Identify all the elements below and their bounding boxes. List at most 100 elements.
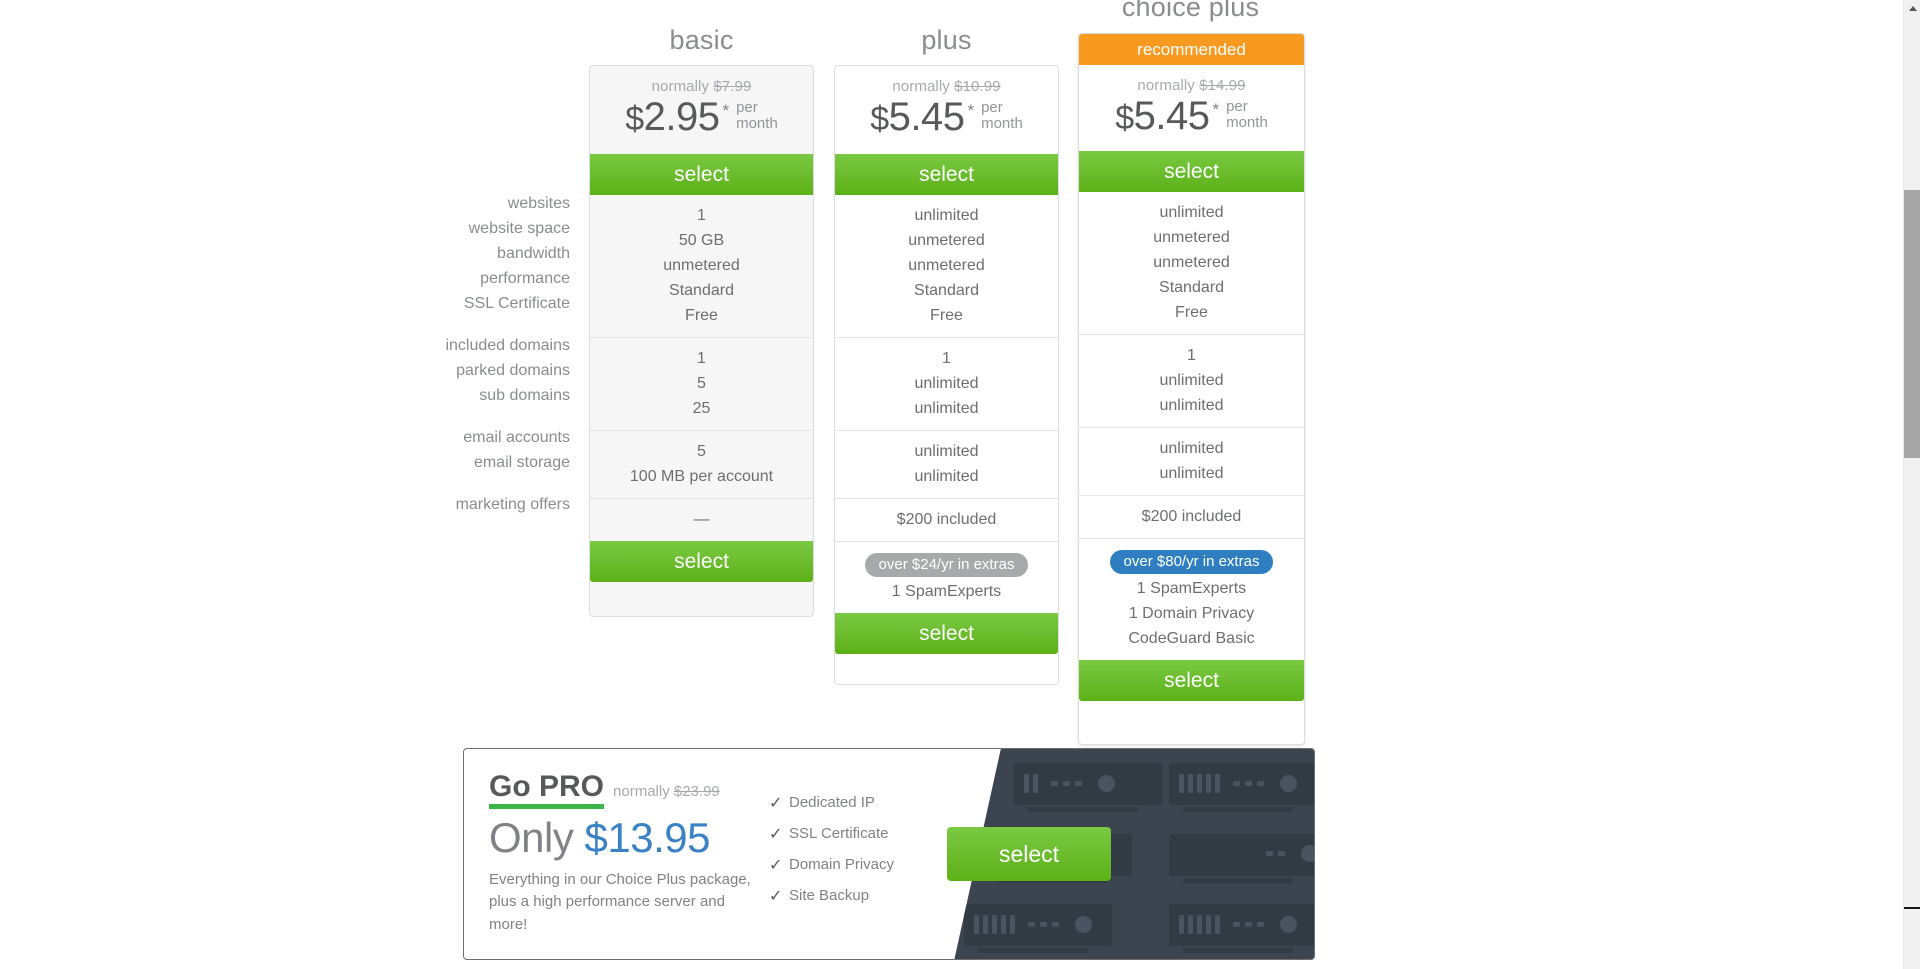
rack-dot: [1257, 922, 1264, 927]
price-value-basic: $2.95: [625, 95, 720, 139]
gopro-feature-label: Domain Privacy: [789, 856, 895, 873]
features-basic: 1 50 GB unmetered Standard Free 1 5 25 5…: [590, 195, 813, 541]
rack-led: [1280, 916, 1297, 933]
rack-dot: [1278, 851, 1285, 856]
gopro-title: Go PRO: [489, 771, 605, 809]
rack-bar: [983, 915, 988, 934]
rack-bar: [1197, 915, 1202, 934]
rack-bar: [1188, 915, 1193, 934]
price-row-basic: $2.95 * per month: [590, 97, 813, 137]
feature-value: Free: [685, 307, 718, 324]
normally-price-basic: normally $7.99: [651, 78, 752, 95]
rack-led: [1075, 916, 1092, 933]
feature-value: Free: [1175, 304, 1208, 321]
rack-led: [1280, 775, 1297, 792]
rack-bar: [1197, 774, 1202, 793]
feature-label: website space: [468, 220, 570, 237]
plan-card-choiceplus: recommended normally $14.99 $5.45 * per …: [1078, 33, 1305, 745]
feature-label: sub domains: [479, 387, 570, 404]
rack-dot: [1052, 922, 1059, 927]
price-asterisk: *: [1212, 100, 1220, 119]
strike-price: $14.99: [1199, 77, 1246, 94]
feature-group-2: 5 100 MB per account: [590, 430, 813, 498]
select-button-plus-bottom[interactable]: select: [835, 613, 1058, 654]
feature-group-1: 1 5 25: [590, 337, 813, 430]
feature-value: unmetered: [908, 232, 985, 249]
plan-heading-choiceplus: choice plus: [1121, 0, 1260, 22]
extras-badge-choiceplus: over $80/yr in extras: [1109, 550, 1274, 575]
rack-dot: [1040, 922, 1047, 927]
server-rack-unit: [1014, 763, 1162, 812]
feature-value: unlimited: [914, 207, 979, 224]
rack-bar: [1001, 915, 1006, 934]
rack-dot: [1257, 781, 1264, 786]
rack-dot: [1245, 922, 1252, 927]
strike-price: $10.99: [954, 78, 1001, 95]
feature-value: 1: [942, 350, 951, 367]
extra-item: 1 Domain Privacy: [1128, 605, 1255, 622]
extras-badge-row-plus: over $24/yr in extras: [835, 550, 1058, 579]
label-group-2: email accounts email storage: [300, 417, 570, 484]
feature-value: unmetered: [908, 257, 985, 274]
feature-value: 25: [692, 400, 711, 417]
select-button-basic-bottom[interactable]: select: [590, 541, 813, 582]
feature-label: email accounts: [463, 429, 570, 446]
select-button-choiceplus-top[interactable]: select: [1079, 151, 1304, 192]
scrollbar-thumb[interactable]: [1904, 190, 1920, 458]
label-group-0: websites website space bandwidth perform…: [300, 183, 570, 325]
feature-value: unlimited: [914, 468, 979, 485]
label-group-1: included domains parked domains sub doma…: [300, 325, 570, 417]
scroll-up-arrow-icon[interactable]: [1904, 0, 1920, 17]
feature-group-2: unlimited unlimited: [1079, 427, 1304, 495]
rack-dot: [1063, 781, 1070, 786]
plan-card-basic: normally $7.99 $2.95 * per month select …: [589, 65, 814, 617]
rack-bar: [1024, 774, 1029, 793]
server-rack-unit: [964, 904, 1112, 953]
select-button-choiceplus-bottom[interactable]: select: [1079, 660, 1304, 701]
feature-value: unlimited: [1159, 204, 1224, 221]
feature-value: unlimited: [1159, 465, 1224, 482]
server-rack-unit: [1169, 834, 1314, 883]
gopro-feature-item: ✓ Dedicated IP: [769, 787, 979, 818]
extra-item: 1 SpamExperts: [891, 583, 1002, 600]
rack-bar: [1215, 774, 1220, 793]
feature-value: Standard: [1159, 279, 1224, 296]
features-choiceplus: unlimited unmetered unmetered Standard F…: [1079, 192, 1304, 660]
feature-group-1: 1 unlimited unlimited: [835, 337, 1058, 430]
rack-dot: [1075, 781, 1082, 786]
select-button-plus-top[interactable]: select: [835, 154, 1058, 195]
gopro-select-button[interactable]: select: [947, 827, 1111, 881]
feature-value: 1: [697, 207, 706, 224]
features-plus: unlimited unmetered unmetered Standard F…: [835, 195, 1058, 613]
page-viewport: websites website space bandwidth perform…: [0, 0, 1920, 969]
gopro-feature-label: SSL Certificate: [789, 825, 889, 842]
rack-led: [1301, 845, 1314, 862]
price-block-basic: normally $7.99 $2.95 * per month: [590, 66, 813, 154]
feature-value: 5: [697, 443, 706, 460]
select-button-basic-top[interactable]: select: [590, 154, 813, 195]
feature-label: parked domains: [456, 362, 570, 379]
check-icon: ✓: [769, 887, 783, 905]
server-rack-unit: [1169, 763, 1314, 812]
page-scrollbar[interactable]: [1903, 0, 1920, 969]
plan-heading-basic: basic: [669, 25, 734, 55]
extra-item: 1 SpamExperts: [1136, 580, 1247, 597]
rack-dot: [1233, 781, 1240, 786]
rack-led: [1098, 775, 1115, 792]
feature-value: unlimited: [914, 400, 979, 417]
feature-group-3: $200 included: [1079, 495, 1304, 538]
feature-group-3: —: [590, 498, 813, 541]
feature-label: SSL Certificate: [463, 295, 570, 312]
rack-dot: [1233, 922, 1240, 927]
rack-bar: [1206, 774, 1211, 793]
feature-group-1: 1 unlimited unlimited: [1079, 334, 1304, 427]
feature-value: unlimited: [914, 443, 979, 460]
feature-value: unlimited: [1159, 440, 1224, 457]
recommended-badge: recommended: [1079, 34, 1304, 65]
strike-price: $7.99: [713, 78, 752, 95]
rack-dot: [1028, 922, 1035, 927]
price-asterisk: *: [722, 101, 730, 120]
gopro-feature-label: Dedicated IP: [789, 794, 875, 811]
gopro-strike-price: $23.99: [673, 783, 720, 800]
price-row-plus: $5.45 * per month: [835, 97, 1058, 137]
